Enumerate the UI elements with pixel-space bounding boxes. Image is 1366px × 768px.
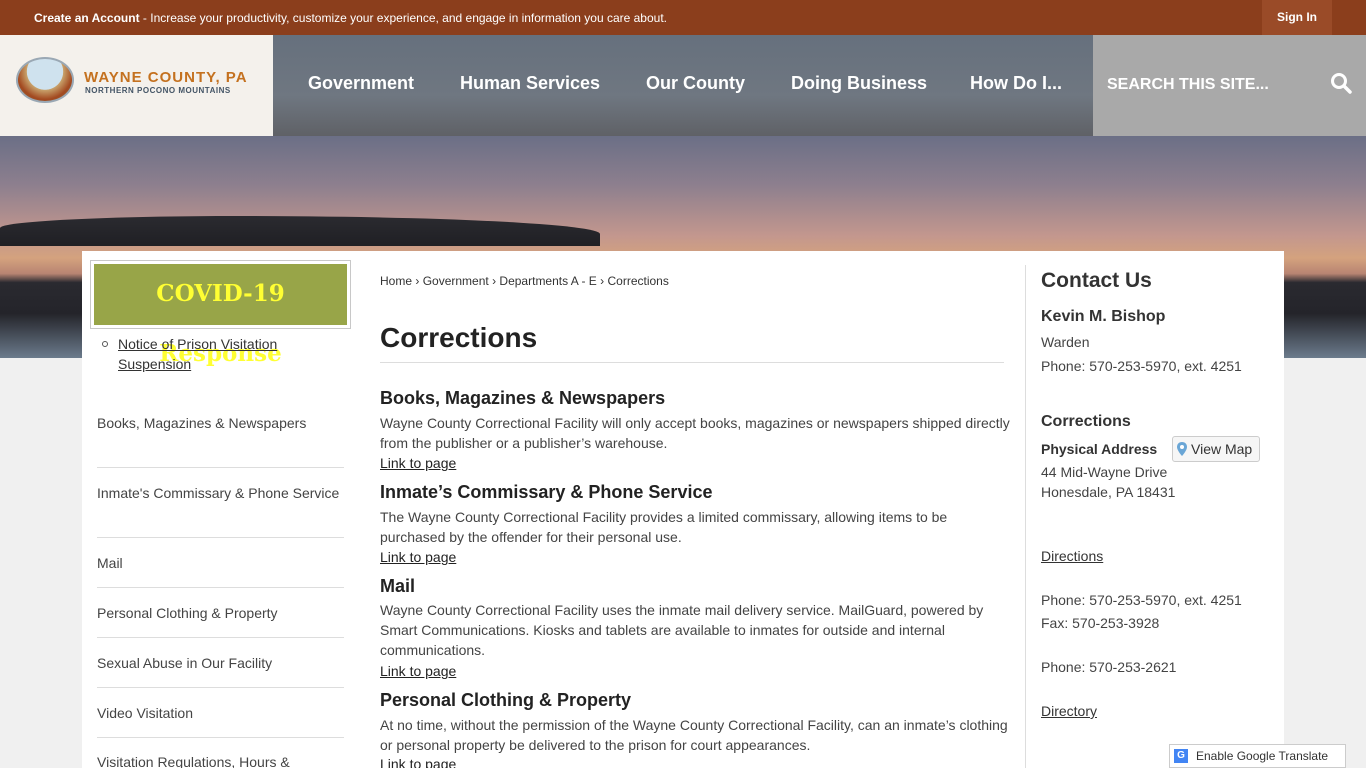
sidebar-item-commissary[interactable]: Inmate's Commissary & Phone Service <box>97 483 344 503</box>
promo-text: - Increase your productivity, customize … <box>139 11 667 25</box>
contact-name: Kevin M. Bishop <box>1041 308 1166 325</box>
contact-role: Warden <box>1041 334 1090 350</box>
logo-subtitle: NORTHERN POCONO MOUNTAINS <box>85 86 231 95</box>
sidebar-item-visitation-regulations[interactable]: Visitation Regulations, Hours & <box>97 752 344 768</box>
nav-human-services[interactable]: Human Services <box>460 73 600 94</box>
logo-title: WAYNE COUNTY, PA <box>84 69 248 86</box>
breadcrumb: Home › Government › Departments A - E › … <box>380 274 669 288</box>
section-link-clothing[interactable]: Link to page <box>380 756 456 768</box>
section-desc-books: Wayne County Correctional Facility will … <box>380 415 1010 451</box>
sidebar-divider <box>97 537 344 538</box>
sidebar-item-video-visitation[interactable]: Video Visitation <box>97 703 344 723</box>
title-divider <box>380 362 1004 363</box>
section-desc-commissary: The Wayne County Correctional Facility p… <box>380 509 948 545</box>
main-nav: Government Human Services Our County Doi… <box>273 35 1093 136</box>
breadcrumb-separator: › <box>415 274 423 288</box>
account-bar: Create an Account - Increase your produc… <box>0 0 1366 35</box>
page-title: Corrections <box>380 322 538 353</box>
prison-visitation-notice-link[interactable]: Notice of Prison Visitation Suspension <box>118 334 318 374</box>
google-translate-label: Enable Google Translate <box>1196 749 1329 763</box>
nav-how-do-i[interactable]: How Do I... <box>970 73 1062 94</box>
breadcrumb-current: Corrections <box>607 274 669 288</box>
section-link-books[interactable]: Link to page <box>380 455 456 471</box>
site-logo[interactable]: WAYNE COUNTY, PA NORTHERN POCONO MOUNTAI… <box>0 35 273 136</box>
column-divider <box>1025 265 1026 768</box>
sidebar-divider <box>97 737 344 738</box>
section-title-mail[interactable]: Mail <box>380 576 415 597</box>
covid-response-banner[interactable]: COVID-19 Response <box>90 260 351 367</box>
contact-fax: Fax: 570-253-3928 <box>1041 615 1160 631</box>
banner-treeline <box>0 216 600 246</box>
sign-in-button[interactable]: Sign In <box>1262 0 1332 35</box>
sidebar-item-sexual-abuse[interactable]: Sexual Abuse in Our Facility <box>97 653 344 673</box>
search-input[interactable] <box>1107 71 1317 99</box>
breadcrumb-departments[interactable]: Departments A - E <box>499 274 596 288</box>
sidebar-divider <box>97 467 344 468</box>
sidebar-item-books[interactable]: Books, Magazines & Newspapers <box>97 413 344 433</box>
section-desc-mail: Wayne County Correctional Facility uses … <box>380 602 984 658</box>
physical-address-label: Physical Address <box>1041 441 1158 457</box>
section-link-commissary[interactable]: Link to page <box>380 549 456 565</box>
sidebar-item-clothing[interactable]: Personal Clothing & Property <box>97 603 344 623</box>
bullet-icon <box>102 341 108 347</box>
section-title-commissary[interactable]: Inmate’s Commissary & Phone Service <box>380 482 712 503</box>
department-heading: Corrections <box>1041 413 1131 430</box>
map-pin-icon <box>1177 442 1187 456</box>
breadcrumb-government[interactable]: Government <box>423 274 489 288</box>
address-line-1: 44 Mid-Wayne Drive <box>1041 464 1168 480</box>
section-link-mail[interactable]: Link to page <box>380 663 456 679</box>
sidebar-divider <box>97 587 344 588</box>
address-line-2: Honesdale, PA 18431 <box>1041 484 1176 500</box>
breadcrumb-home[interactable]: Home <box>380 274 412 288</box>
sidebar-divider <box>97 637 344 638</box>
search-area <box>1093 35 1366 136</box>
sidebar-item-mail[interactable]: Mail <box>97 553 344 573</box>
account-promo: Create an Account - Increase your produc… <box>34 11 667 25</box>
google-translate-icon: G <box>1174 749 1188 763</box>
contact-phone-2: Phone: 570-253-5970, ext. 4251 <box>1041 592 1242 608</box>
site-header: WAYNE COUNTY, PA NORTHERN POCONO MOUNTAI… <box>0 35 1366 136</box>
nav-doing-business[interactable]: Doing Business <box>791 73 927 94</box>
contact-phone-3: Phone: 570-253-2621 <box>1041 659 1177 675</box>
county-seal-icon <box>16 57 74 103</box>
directory-link[interactable]: Directory <box>1041 703 1097 719</box>
covid-response-label: COVID-19 Response <box>94 264 347 367</box>
contact-us-heading: Contact Us <box>1041 269 1152 292</box>
search-icon[interactable] <box>1329 71 1353 95</box>
sidebar-divider <box>97 687 344 688</box>
section-title-clothing[interactable]: Personal Clothing & Property <box>380 690 631 711</box>
directions-link[interactable]: Directions <box>1041 548 1103 564</box>
breadcrumb-separator: › <box>600 274 608 288</box>
view-map-label: View Map <box>1191 441 1253 457</box>
create-account-link[interactable]: Create an Account <box>34 11 140 25</box>
view-map-button[interactable]: View Map <box>1172 436 1260 462</box>
main-content-card: COVID-19 Response Notice of Prison Visit… <box>82 251 1284 768</box>
section-desc-clothing: At no time, without the permission of th… <box>380 717 1008 753</box>
contact-phone: Phone: 570-253-5970, ext. 4251 <box>1041 358 1242 374</box>
nav-government[interactable]: Government <box>308 73 414 94</box>
google-translate-button[interactable]: G Enable Google Translate <box>1169 744 1346 768</box>
nav-our-county[interactable]: Our County <box>646 73 745 94</box>
section-title-books[interactable]: Books, Magazines & Newspapers <box>380 388 665 409</box>
